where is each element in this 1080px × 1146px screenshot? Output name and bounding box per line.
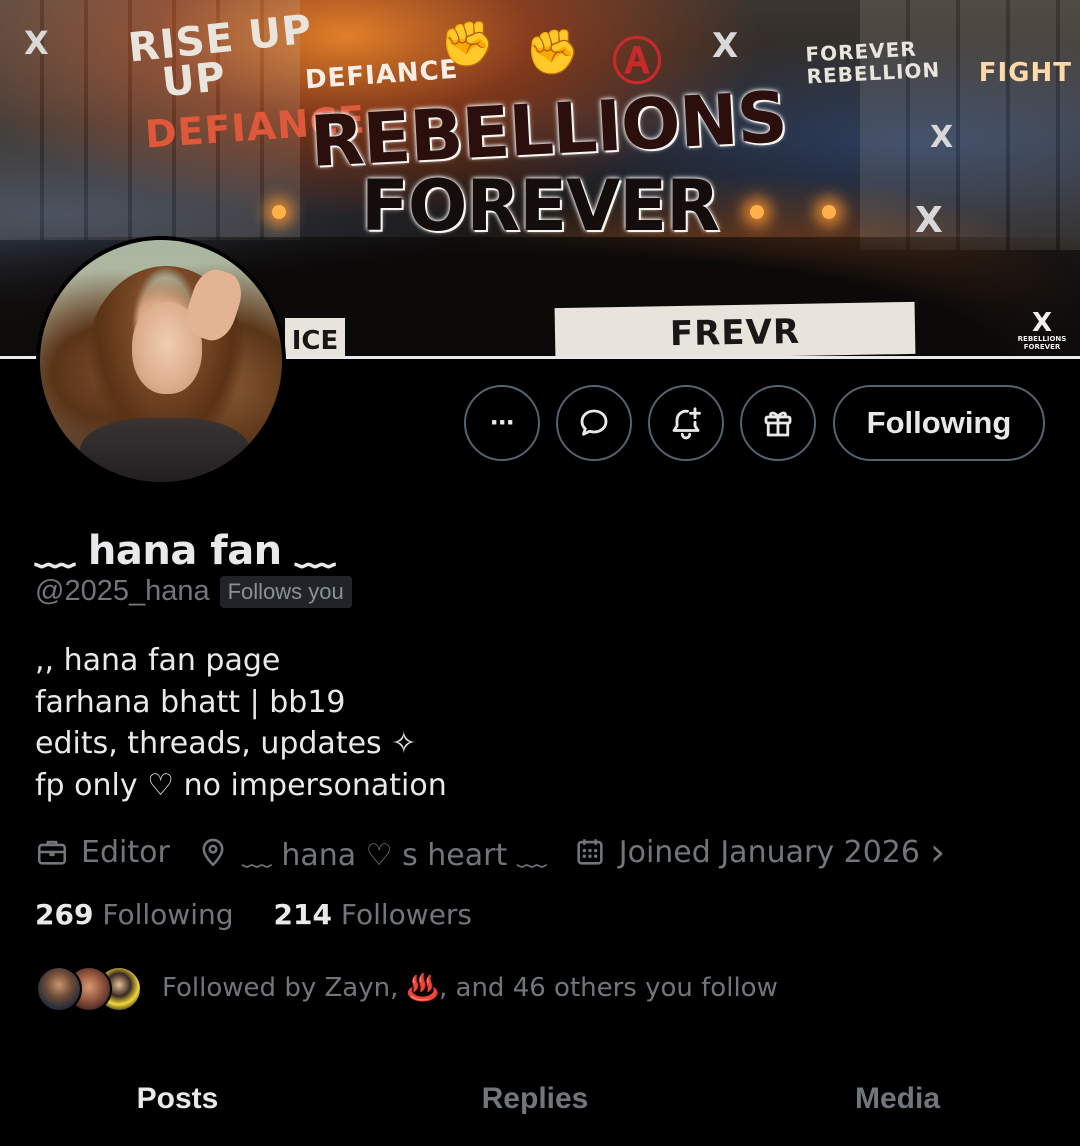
briefcase-icon [37,840,67,865]
profile-joined[interactable]: Joined January 2026 › [573,830,946,874]
banner-graffiti-defiance-top: DEFIANCE [304,54,460,96]
profile-category: Editor [35,835,170,870]
torch-flame [822,205,836,219]
profile-meta-row: Editor ﹏ hana ♡ s heart ﹏ Joined January… [35,830,971,874]
message-button[interactable] [556,385,632,461]
banner-graffiti-fight: FIGHT [978,58,1072,88]
joined-label: Joined January 2026 [618,834,920,870]
following-count: 269 [35,898,94,931]
fist-icon: ✊ [440,20,495,69]
bell-plus-icon [672,407,701,440]
bio-line: farhana bhatt | bb19 [35,684,346,720]
display-name: ﹏ hana fan ﹏ [35,528,335,574]
profile-bio: ,, hana fan page farhana bhatt | bb19 ed… [35,640,447,806]
banner-corner-logo: X REBELLIONS FOREVER [1017,308,1067,351]
follow-stats: 269 Following 214 Followers [35,898,512,931]
x-logo-icon: X [915,200,943,241]
followers-count: 214 [273,898,332,931]
followers-stat[interactable]: 214 Followers [274,898,473,931]
torch-flame [272,205,286,219]
handle-row: @2025_hana Follows you [35,575,352,608]
follows-you-badge: Follows you [219,575,352,608]
x-logo-icon: X [712,26,739,66]
followers-label: Followers [340,898,473,931]
more-icon: ··· [490,406,516,439]
fist-icon: ✊ [525,28,580,77]
banner-title: REBELLIONS FOREVER [308,76,789,247]
profile-avatar[interactable] [36,236,286,486]
more-button[interactable]: ··· [464,385,540,461]
notify-button[interactable] [648,385,724,461]
tab-replies[interactable]: Replies [355,1066,715,1146]
bio-line: ,, hana fan page [35,643,281,678]
location-pin-icon [202,838,224,867]
gift-icon [764,411,792,437]
followed-by-text: Followed by Zayn, ♨️, and 46 others you … [162,973,778,1003]
banner-protest-sign: FREVR REBELLION [554,301,916,357]
tab-posts[interactable]: Posts [0,1066,355,1146]
x-logo-icon: X [24,24,49,62]
avatar-photo [40,240,282,482]
x-logo-icon: X [930,120,954,155]
bio-line: fp only ♡ no impersonation [35,767,447,803]
tab-media[interactable]: Media [715,1066,1080,1146]
chevron-right-icon: › [929,830,946,874]
followed-by-row[interactable]: Followed by Zayn, ♨️, and 46 others you … [36,964,778,1012]
bio-line: edits, threads, updates ✧ [35,726,417,761]
following-button[interactable]: Following [833,385,1045,461]
category-label: Editor [81,834,170,870]
following-label: Following [102,898,234,931]
gift-button[interactable] [740,385,816,461]
banner-protest-sign-left: ICE [285,318,345,357]
message-icon [580,409,608,436]
username-handle: @2025_hana [35,575,210,607]
location-label: ﹏ hana ♡ s heart ﹏ [241,838,547,873]
profile-location: ﹏ hana ♡ s heart ﹏ [196,830,547,874]
avatar [36,966,82,1012]
avatar-body [80,418,250,482]
calendar-icon [577,839,603,865]
banner-sign-forever-rebellion: FOREVER REBELLION [805,36,942,89]
followed-by-avatars [36,964,142,1012]
profile-tabs: Posts Replies Media [0,1066,1080,1146]
following-stat[interactable]: 269 Following [35,898,234,931]
